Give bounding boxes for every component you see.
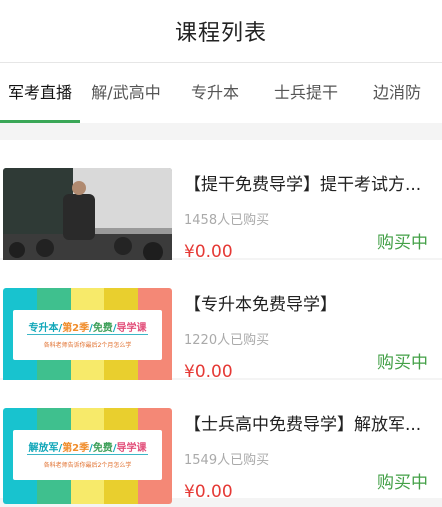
buy-status-button[interactable]: 购买中 — [377, 348, 428, 373]
page-title: 课程列表 — [174, 21, 267, 46]
tab-pla-armed-police-highschool[interactable]: 解/武高中 — [80, 63, 172, 123]
promo-word-2: 第2季 — [62, 443, 90, 454]
promo-divider — [27, 334, 148, 335]
course-item[interactable]: 【提干免费导学】提干考试方... 1458人已购买 购买中 ¥0.00 — [0, 140, 442, 264]
promo-divider — [27, 454, 148, 455]
buy-status-button[interactable]: 购买中 — [377, 468, 428, 493]
promo-word-3: 免费 — [92, 443, 113, 454]
active-tab-indicator — [0, 120, 80, 123]
app-header: 课程列表 — [0, 0, 442, 63]
buyer-count: 1549人已购买 — [184, 453, 270, 468]
promo-subtitle: 各科老师告诉你最后2个月怎么学 — [43, 462, 132, 469]
tab-soldier-promotion[interactable]: 士兵提干 — [258, 63, 354, 123]
promo-word-1: 专升本 — [28, 323, 59, 334]
promo-subtitle: 各科老师告诉你最后2个月怎么学 — [43, 342, 132, 349]
course-title[interactable]: 【士兵高中免费导学】解放军... — [184, 410, 434, 435]
course-item[interactable]: 解放军/第2季/免费/导学课 各科老师告诉你最后2个月怎么学 【士兵高中免费导学… — [0, 380, 442, 504]
promo-word-4: 导学课 — [116, 323, 147, 334]
course-thumbnail — [3, 168, 172, 264]
promo-card: 解放军/第2季/免费/导学课 各科老师告诉你最后2个月怎么学 — [13, 430, 162, 480]
promo-word-1: 解放军 — [28, 443, 59, 454]
category-tabs: 军考直播 解/武高中 专升本 士兵提干 边消防 — [0, 63, 442, 123]
course-item[interactable]: 专升本/第2季/免费/导学课 各科老师告诉你最后2个月怎么学 【专升本免费导学】… — [0, 260, 442, 384]
course-price: ¥0.00 — [184, 482, 233, 502]
promo-card: 专升本/第2季/免费/导学课 各科老师告诉你最后2个月怎么学 — [13, 310, 162, 360]
tab-upgrade-to-bachelor[interactable]: 专升本 — [172, 63, 258, 123]
buy-status-button[interactable]: 购买中 — [377, 228, 428, 253]
course-thumbnail: 解放军/第2季/免费/导学课 各科老师告诉你最后2个月怎么学 — [3, 408, 172, 504]
buyer-count: 1458人已购买 — [184, 213, 270, 228]
promo-word-3: 免费 — [92, 323, 113, 334]
course-price: ¥0.00 — [184, 242, 233, 262]
course-title[interactable]: 【专升本免费导学】 — [184, 290, 434, 315]
tab-border-fire[interactable]: 边消防 — [354, 63, 440, 123]
course-title[interactable]: 【提干免费导学】提干考试方... — [184, 170, 434, 195]
course-price: ¥0.00 — [184, 362, 233, 382]
promo-word-2: 第2季 — [62, 323, 90, 334]
classroom-photo — [3, 168, 172, 264]
buyer-count: 1220人已购买 — [184, 333, 270, 348]
tab-military-exam-live[interactable]: 军考直播 — [0, 63, 80, 123]
promo-word-4: 导学课 — [116, 443, 147, 454]
course-thumbnail: 专升本/第2季/免费/导学课 各科老师告诉你最后2个月怎么学 — [3, 288, 172, 384]
